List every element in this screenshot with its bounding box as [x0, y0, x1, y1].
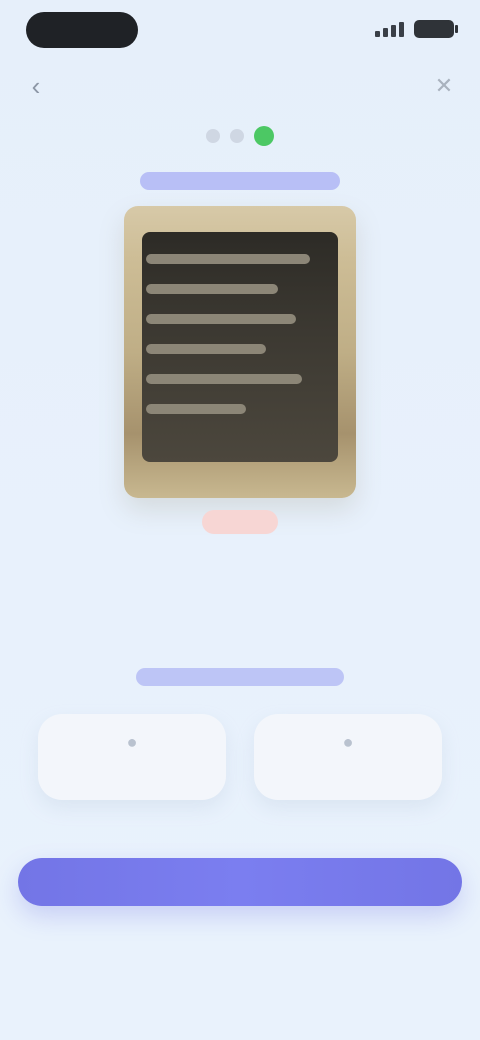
receipt-photo — [124, 206, 356, 498]
status-bar-right — [375, 20, 458, 38]
progress-steps — [0, 126, 480, 146]
progress-step-complete — [254, 126, 274, 146]
camera-icon: ● — [126, 732, 138, 752]
signal-icon — [375, 21, 404, 37]
receipt-text-line — [146, 254, 310, 264]
gallery-icon: ● — [342, 732, 354, 752]
progress-step — [206, 129, 220, 143]
close-icon[interactable]: ✕ — [430, 72, 458, 100]
retake-button[interactable] — [202, 510, 278, 534]
progress-step — [230, 129, 244, 143]
receipt-text-line — [146, 344, 266, 354]
continue-button[interactable] — [18, 858, 462, 906]
chevron-left-icon[interactable]: ‹ — [22, 71, 50, 101]
status-bar-time-pill — [26, 12, 138, 48]
receipt-label — [140, 172, 340, 190]
option-camera[interactable]: ● — [38, 714, 226, 800]
receipt-text-line — [146, 404, 246, 414]
battery-icon — [414, 20, 458, 38]
section-title — [136, 668, 344, 686]
receipt-text-line — [146, 374, 302, 384]
top-nav: ‹ ✕ — [0, 62, 480, 110]
receipt-text-line — [146, 284, 278, 294]
option-gallery[interactable]: ● — [254, 714, 442, 800]
receipt-text-line — [146, 314, 296, 324]
